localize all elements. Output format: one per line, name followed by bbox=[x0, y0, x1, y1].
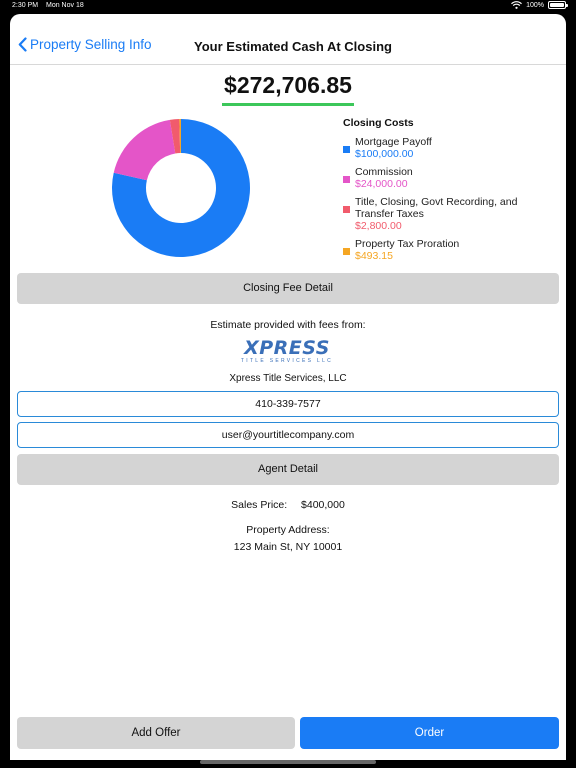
property-address-value: 123 Main St, NY 10001 bbox=[233, 541, 343, 553]
legend-label: Commission bbox=[355, 166, 413, 178]
sales-price-value: $400,000 bbox=[301, 499, 345, 511]
status-right: 100% bbox=[511, 1, 568, 9]
legend-label: Property Tax Proration bbox=[355, 238, 460, 250]
logo-subtitle: TITLE SERVICES LLC bbox=[240, 358, 334, 364]
legend-value: $493.15 bbox=[355, 250, 393, 262]
legend-swatch bbox=[343, 248, 350, 255]
company-logo: XPRESS TITLE SERVICES LLC bbox=[230, 337, 344, 365]
email-field[interactable]: user@yourtitlecompany.com bbox=[17, 422, 559, 448]
home-indicator bbox=[200, 760, 376, 764]
order-button[interactable]: Order bbox=[300, 717, 559, 749]
modal-sheet: Property Selling Info Your Estimated Cas… bbox=[10, 14, 566, 760]
phone-field[interactable]: 410-339-7577 bbox=[17, 391, 559, 417]
add-offer-button[interactable]: Add Offer bbox=[17, 717, 295, 749]
status-date: Mon Nov 18 bbox=[46, 2, 84, 9]
legend-swatch bbox=[343, 206, 350, 213]
status-bar: 2:30 PM Mon Nov 18 100% bbox=[0, 0, 576, 14]
estimate-provided-label: Estimate provided with fees from: bbox=[210, 319, 366, 331]
company-name: Xpress Title Services, LLC bbox=[229, 373, 347, 384]
battery-icon bbox=[548, 1, 568, 9]
closing-fee-detail-button[interactable]: Closing Fee Detail bbox=[17, 273, 559, 304]
wifi-icon bbox=[511, 1, 523, 9]
estimated-cash-amount: $272,706.85 bbox=[222, 72, 354, 106]
legend-label: Mortgage Payoff bbox=[355, 136, 432, 148]
legend-label: Title, Closing, Govt Recording, and Tran… bbox=[355, 196, 518, 220]
donut-slice-commission bbox=[113, 119, 176, 181]
legend-item-mortgage-payoff: Mortgage Payoff $100,000.00 bbox=[343, 136, 553, 160]
sales-price-label: Sales Price: bbox=[231, 499, 288, 511]
page-title: Your Estimated Cash At Closing bbox=[194, 39, 392, 54]
agent-detail-button[interactable]: Agent Detail bbox=[17, 454, 559, 485]
navigation-bar: Property Selling Info Your Estimated Cas… bbox=[10, 14, 566, 65]
status-time: 2:30 PM bbox=[12, 2, 39, 9]
legend-value: $24,000.00 bbox=[355, 178, 408, 190]
legend-swatch bbox=[343, 146, 350, 153]
legend-value: $2,800.00 bbox=[355, 220, 402, 232]
legend-title: Closing Costs bbox=[343, 117, 414, 129]
legend-item-property-tax: Property Tax Proration $493.15 bbox=[343, 238, 553, 262]
legend-value: $100,000.00 bbox=[355, 148, 414, 160]
property-address-label: Property Address: bbox=[246, 524, 330, 536]
closing-costs-donut-chart bbox=[112, 119, 250, 257]
legend-swatch bbox=[343, 176, 350, 183]
sales-price-row: Sales Price: $400,000 bbox=[10, 499, 566, 511]
battery-level bbox=[550, 3, 564, 7]
logo-wordmark: XPRESS bbox=[244, 337, 330, 359]
chart-legend: Closing Costs Mortgage Payoff $100,000.0… bbox=[343, 117, 553, 268]
legend-item-commission: Commission $24,000.00 bbox=[343, 166, 553, 190]
battery-percent: 100% bbox=[526, 1, 544, 9]
legend-item-title-closing: Title, Closing, Govt Recording, and Tran… bbox=[343, 196, 553, 232]
amount-container: $272,706.85 bbox=[10, 72, 566, 106]
